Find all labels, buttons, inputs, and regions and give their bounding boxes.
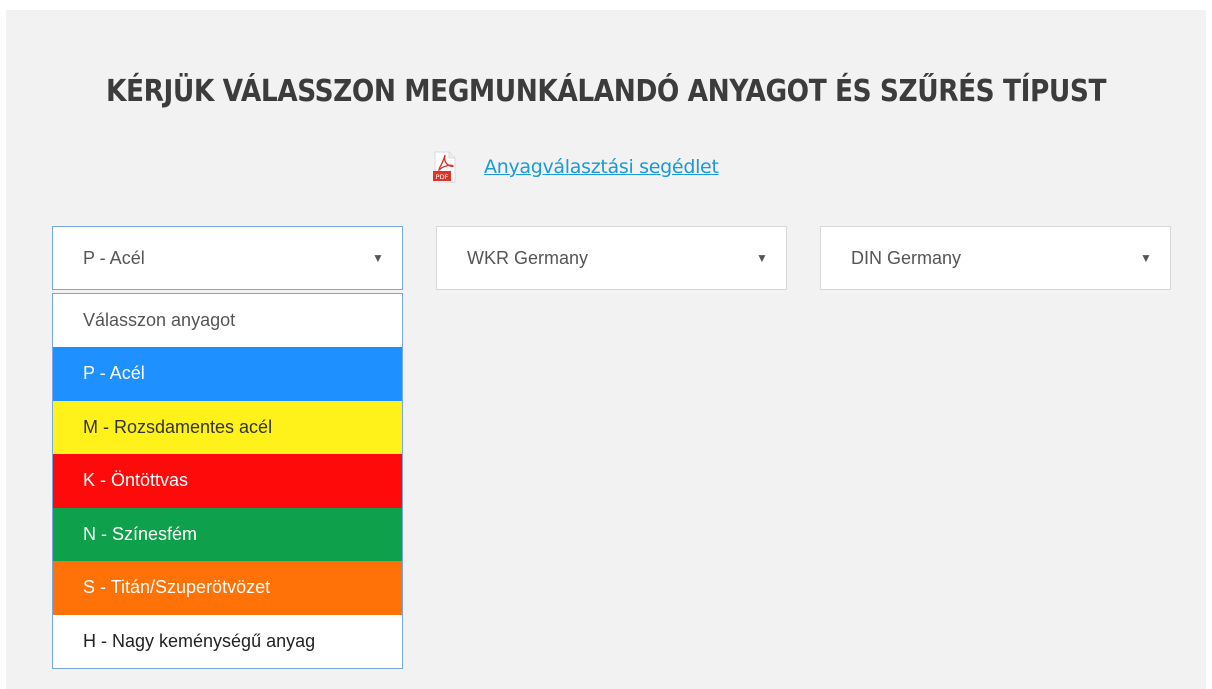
option-cast-iron[interactable]: K - Öntöttvas (53, 454, 402, 508)
option-hardened-material[interactable]: H - Nagy keménységű anyag (53, 614, 402, 668)
chevron-down-icon: ▼ (372, 251, 384, 265)
material-select-value: P - Acél (83, 247, 145, 268)
option-titanium-superalloy[interactable]: S - Titán/Szuperötvözet (53, 561, 402, 615)
chevron-down-icon: ▼ (756, 251, 768, 265)
material-dropdown-list: Válasszon anyagot P - Acél M - Rozsdamen… (52, 293, 403, 669)
option-stainless-steel[interactable]: M - Rozsdamentes acél (53, 400, 402, 454)
option-steel[interactable]: P - Acél (53, 347, 402, 401)
standard-select-value: DIN Germany (851, 247, 962, 268)
pdf-icon-label: PDF (436, 173, 449, 181)
pdf-file-icon[interactable]: PDF (432, 151, 458, 183)
standard-select[interactable]: DIN Germany ▼ (820, 226, 1171, 290)
material-filter-panel: KÉRJÜK VÁLASSZON MEGMUNKÁLANDÓ ANYAGOT É… (6, 10, 1206, 689)
material-guide-link[interactable]: Anyagválasztási segédlet (484, 156, 719, 178)
material-select[interactable]: P - Acél ▼ (52, 226, 403, 290)
option-non-ferrous[interactable]: N - Színesfém (53, 507, 402, 561)
option-placeholder[interactable]: Válasszon anyagot (53, 294, 402, 347)
brand-select[interactable]: WKR Germany ▼ (436, 226, 787, 290)
chevron-down-icon: ▼ (1140, 251, 1152, 265)
page-title: KÉRJÜK VÁLASSZON MEGMUNKÁLANDÓ ANYAGOT É… (105, 74, 1107, 109)
pdf-guide-row[interactable]: PDF Anyagválasztási segédlet (432, 151, 719, 183)
brand-select-value: WKR Germany (467, 247, 589, 268)
